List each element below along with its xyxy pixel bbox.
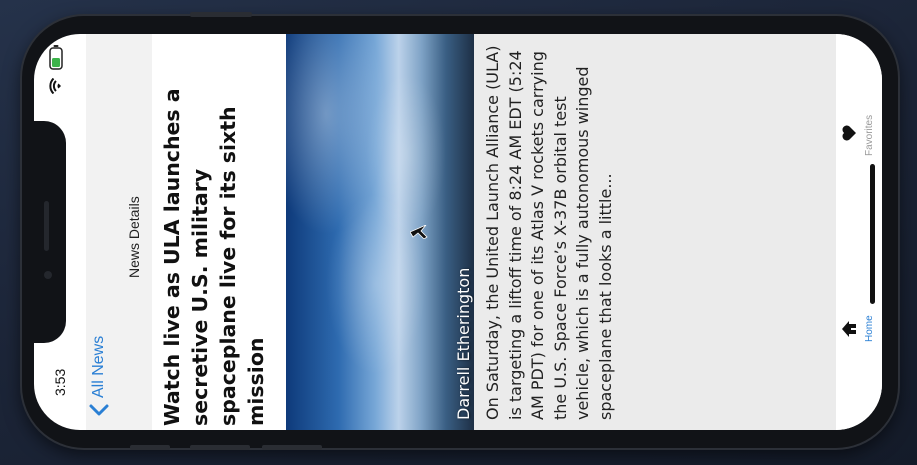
nav-bar: All News News Details [86, 34, 152, 430]
mute-switch [262, 445, 322, 450]
back-button[interactable]: All News [88, 336, 110, 418]
volume-up-button [190, 12, 252, 17]
tab-home[interactable]: Home [836, 304, 882, 354]
chevron-left-icon [89, 404, 109, 416]
photo-credit: Darrell Etherington [454, 267, 473, 420]
home-icon [840, 320, 858, 342]
power-button [130, 445, 170, 450]
tab-bar: Home Favorites [836, 34, 882, 430]
article-header: Watch live as ULA launches a secretive U… [152, 34, 282, 430]
status-bar: 3:53 [46, 34, 84, 430]
back-label: All News [90, 335, 107, 398]
tab-favorites[interactable]: Favorites [836, 104, 882, 164]
status-time: 3:53 [52, 368, 68, 396]
page-title: News Details [126, 196, 142, 278]
home-indicator [870, 164, 875, 304]
tab-home-label: Home [864, 315, 875, 342]
tab-favorites-label: Favorites [864, 114, 875, 156]
wifi-icon [48, 77, 67, 95]
article-title: Watch live as ULA launches a secretive U… [160, 88, 268, 426]
article-body-panel: On Saturday, the United Launch Alliance … [474, 34, 836, 430]
article-body: On Saturday, the United Launch Alliance … [483, 45, 615, 421]
article-image[interactable]: Darrell Etherington [286, 34, 474, 430]
heart-icon [840, 124, 858, 146]
volume-down-button [190, 445, 250, 450]
app-screen: 3:53 All News News Details Watch live as… [34, 34, 882, 430]
battery-icon [48, 44, 67, 70]
mouse-cursor-icon [409, 224, 428, 243]
